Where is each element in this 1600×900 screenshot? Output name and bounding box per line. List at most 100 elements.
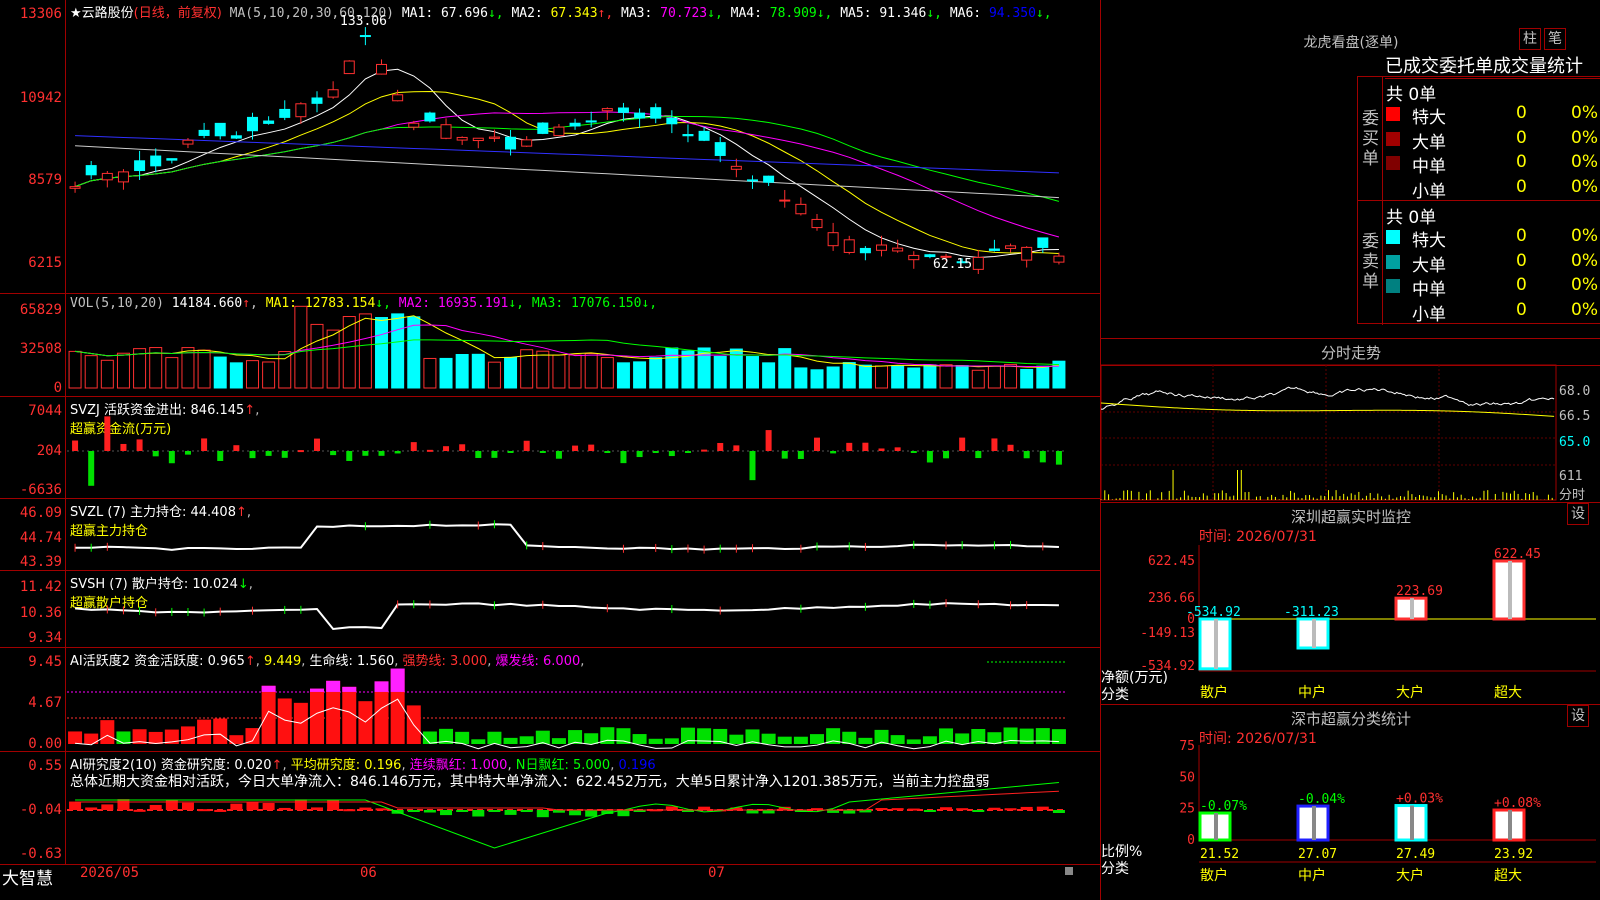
activity-bar [519, 736, 534, 744]
research-bar [85, 807, 98, 810]
ai-activity-chart[interactable] [67, 648, 1077, 752]
brand-logo[interactable]: 大智慧 [2, 864, 53, 889]
ai-research-pane[interactable]: 0.55 -0.04 -0.63 AI研究度2(10) 资金研究度: 0.020… [0, 752, 1100, 864]
flow-bar [765, 430, 772, 451]
candle [585, 120, 597, 123]
lhb-row-value: 0 [1516, 127, 1527, 148]
volume-chart[interactable] [67, 294, 1077, 397]
bar-category: 超大 [1494, 685, 1522, 701]
y-tick: 622.45 [1148, 554, 1195, 569]
y-tick: 4.67 [28, 695, 62, 711]
bar-shine [1508, 810, 1512, 840]
volume-bar [181, 347, 195, 389]
flow-bar [910, 451, 917, 453]
research-bar [1052, 810, 1065, 813]
candle [359, 35, 371, 38]
kline-chart[interactable] [67, 0, 1077, 294]
research-bar [214, 809, 227, 812]
intraday-unit: 分时 [1559, 488, 1586, 503]
volume-bar [213, 356, 227, 389]
candle [182, 139, 194, 145]
svzl-chart[interactable] [67, 499, 1077, 571]
ai-research-chart[interactable] [67, 752, 1077, 864]
y-tick: 6215 [28, 255, 62, 271]
lhb-row-pct: 0% [1571, 275, 1598, 295]
sz-class-panel[interactable]: 深市超赢分类统计 设 时间: 2026/07/31 75 50 25 0 -0.07% 2… [1100, 704, 1600, 900]
flow-bar [507, 451, 514, 453]
activity-bar [180, 726, 195, 744]
flow-bar [846, 442, 853, 451]
burst-bar [310, 688, 324, 692]
svzj-chart[interactable] [67, 397, 1077, 499]
volume-bar [391, 313, 405, 389]
flow-bar [475, 451, 482, 458]
research-bar [536, 810, 549, 818]
frame [1100, 364, 1557, 501]
research-bar [375, 808, 388, 811]
activity-bar [664, 738, 679, 744]
flow-bar [797, 451, 804, 459]
svzj-pane[interactable]: 7044 204 -6636 SVZJ 活跃资金进出: 846.145↑, 超赢… [0, 397, 1100, 499]
candle [376, 63, 388, 75]
flow-bar [991, 438, 998, 451]
flow-bar [604, 451, 611, 453]
activity-bar [793, 736, 808, 744]
x-tick: 2026/05 [80, 865, 140, 881]
research-bar [907, 808, 920, 811]
lhb-row-pct: 0% [1571, 250, 1598, 271]
lhb-row-value: 0 [1516, 299, 1527, 320]
volume-bar [955, 365, 969, 389]
research-bar [923, 810, 936, 812]
tick-mode-button[interactable]: 笔 [1544, 28, 1566, 50]
ai-activity-pane[interactable]: 9.45 4.67 0.00 AI活跃度2 资金活跃度: 0.965↑, 9.4… [0, 648, 1100, 752]
activity-bar [213, 718, 228, 744]
lhb-row-value: 0 [1516, 226, 1527, 246]
lhb-row: 小单 0 0% [1386, 299, 1600, 325]
flow-bar [539, 451, 546, 453]
intraday-chart[interactable] [1100, 364, 1557, 501]
ma-line [74, 68, 1059, 259]
activity-bar [503, 737, 518, 744]
volume-pane[interactable]: 65829 32508 0 VOL(5,10,20) 14184.660↑, M… [0, 294, 1100, 397]
lhb-row-label: 大单 [1412, 132, 1446, 153]
lhb-tabs[interactable]: 已成交委托单成交量统计 [1385, 52, 1600, 79]
bar-category: 中户 [1298, 684, 1326, 701]
volume-bar [439, 357, 453, 389]
research-bar [456, 810, 469, 812]
flow-bar [830, 451, 837, 454]
y-tick: 11.42 [19, 579, 62, 595]
svzl-pane[interactable]: 46.09 44.74 43.39 SVZL (7) 主力持仓: 44.408↑… [0, 499, 1100, 571]
volume-bar [810, 369, 824, 389]
y-tick: 10.36 [19, 605, 62, 621]
flow-bar [443, 446, 450, 451]
sz-monitor-panel[interactable]: 深圳超赢实时监控 设 时间: 2026/07/31 622.45 236.66 0-… [1100, 502, 1600, 704]
research-bar [520, 810, 533, 812]
bar-value: 23.92 [1494, 847, 1533, 862]
y-tick: 65829 [19, 302, 62, 318]
flow-bar [717, 442, 724, 451]
y-tick: 9.34 [28, 630, 62, 646]
candle [634, 112, 646, 119]
y-tick: 0 [53, 380, 62, 396]
bar-value: 21.52 [1200, 847, 1239, 862]
volume-bar [891, 365, 905, 389]
lhb-row-label: 小单 [1412, 181, 1446, 202]
lhb-panel[interactable]: 龙虎看盘(逐单) 柱 笔 已成交委托单成交量统计 委买单 委卖单 共 0单 共 … [1100, 0, 1600, 338]
candle [230, 135, 242, 139]
volume-bar [987, 365, 1001, 389]
research-bar [843, 810, 856, 814]
intraday-panel[interactable]: 分时走势 68.0 66.5 65.0 611 分时 [1100, 338, 1600, 503]
svzj-axis: 7044 204 -6636 [0, 397, 66, 498]
svsh-chart[interactable] [67, 571, 1077, 648]
volume-bar [616, 362, 630, 389]
y-tick: -0.63 [19, 846, 62, 862]
ma-line [75, 135, 1059, 174]
volume-bar [1020, 368, 1034, 389]
activity-bar [680, 727, 695, 744]
activity-bar [68, 731, 83, 744]
bar-mode-button[interactable]: 柱 [1519, 28, 1541, 50]
candle [811, 218, 823, 229]
candle [1021, 246, 1033, 261]
kline-pane[interactable]: 13306 10942 8579 6215 ★云路股份(日线，前复权) MA(5… [0, 0, 1100, 294]
svsh-pane[interactable]: 11.42 10.36 9.34 SVSH (7) 散户持仓: 10.024↓,… [0, 571, 1100, 648]
